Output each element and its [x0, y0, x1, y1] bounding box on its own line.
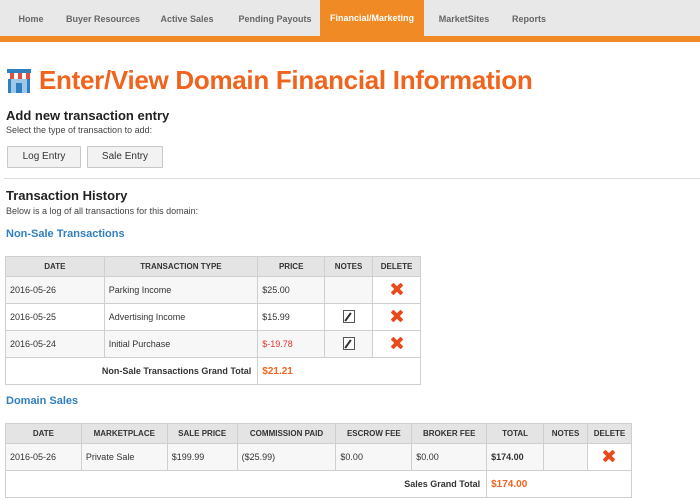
title-row: Enter/View Domain Financial Information	[5, 62, 533, 98]
col-notes: NOTES	[543, 423, 588, 444]
cell-notes	[324, 330, 374, 358]
domain-sales-table: DATE MARKETPLACE SALE PRICE COMMISSION P…	[4, 423, 633, 498]
cell-date: 2016-05-26	[5, 443, 82, 471]
col-total: TOTAL	[486, 423, 545, 444]
cell-escrow: $0.00	[335, 443, 413, 471]
cell-marketplace: Private Sale	[80, 443, 168, 471]
cell-delete	[372, 303, 421, 331]
table-row: 2016-05-24 Initial Purchase $-19.78	[5, 330, 421, 358]
col-date: DATE	[5, 256, 105, 277]
cell-date: 2016-05-25	[5, 303, 105, 331]
add-entry-heading: Add new transaction entry	[6, 108, 170, 123]
col-delete: DELETE	[586, 423, 633, 444]
cell-notes	[324, 276, 374, 304]
cell-price: $-19.78	[257, 330, 326, 358]
cell-sale-price: $199.99	[166, 443, 238, 471]
table-row: 2016-05-26 Parking Income $25.00	[5, 276, 421, 304]
log-entry-button[interactable]: Log Entry	[7, 146, 81, 168]
cell-date: 2016-05-26	[5, 276, 105, 304]
table-header-row: DATE TRANSACTION TYPE PRICE NOTES DELETE	[5, 256, 421, 277]
history-heading: Transaction History	[6, 188, 128, 203]
col-marketplace: MARKETPLACE	[80, 423, 168, 444]
cell-delete	[586, 443, 633, 471]
table-total-row: Sales Grand Total $174.00	[4, 470, 632, 498]
cell-date: 2016-05-24	[5, 330, 105, 358]
grand-total-value: $174.00	[486, 470, 632, 498]
tab-reports[interactable]: Reports	[504, 0, 554, 36]
storefront-icon	[6, 69, 32, 93]
tab-marketsites[interactable]: MarketSites	[424, 0, 504, 36]
top-nav: Home Buyer Resources Active Sales Pendin…	[0, 0, 700, 42]
cell-notes	[324, 303, 374, 331]
tab-buyer-resources[interactable]: Buyer Resources	[62, 0, 144, 36]
col-escrow-fee: ESCROW FEE	[335, 423, 413, 444]
cell-type: Initial Purchase	[103, 330, 259, 358]
tab-home[interactable]: Home	[0, 0, 62, 36]
cell-price: $25.00	[257, 276, 326, 304]
col-delete: DELETE	[372, 256, 421, 277]
domain-sales-title[interactable]: Domain Sales	[6, 395, 78, 407]
sale-entry-button[interactable]: Sale Entry	[87, 146, 163, 168]
grand-total-value: $21.21	[257, 357, 421, 385]
edit-note-icon[interactable]	[342, 336, 355, 350]
cell-type: Advertising Income	[103, 303, 259, 331]
tab-financial-marketing[interactable]: Financial/Marketing	[320, 0, 424, 42]
cell-commission: ($25.99)	[236, 443, 337, 471]
col-broker-fee: BROKER FEE	[411, 423, 488, 444]
col-transaction-type: TRANSACTION TYPE	[103, 256, 259, 277]
page-title: Enter/View Domain Financial Information	[39, 64, 533, 95]
table-total-row: Non-Sale Transactions Grand Total $21.21	[4, 357, 421, 385]
delete-icon[interactable]	[391, 283, 403, 295]
tab-pending-payouts[interactable]: Pending Payouts	[230, 0, 320, 36]
delete-icon[interactable]	[603, 450, 615, 462]
tab-active-sales[interactable]: Active Sales	[144, 0, 230, 36]
non-sale-transactions-title[interactable]: Non-Sale Transactions	[6, 228, 125, 240]
grand-total-label: Non-Sale Transactions Grand Total	[4, 357, 259, 385]
cell-total: $174.00	[486, 443, 545, 471]
col-sale-price: SALE PRICE	[166, 423, 238, 444]
col-commission-paid: COMMISSION PAID	[236, 423, 337, 444]
col-price: PRICE	[257, 256, 326, 277]
cell-delete	[372, 276, 421, 304]
section-divider	[4, 178, 700, 179]
cell-type: Parking Income	[103, 276, 259, 304]
cell-price: $15.99	[257, 303, 326, 331]
history-subtitle: Below is a log of all transactions for t…	[6, 206, 199, 216]
delete-icon[interactable]	[391, 337, 403, 349]
add-entry-subtitle: Select the type of transaction to add:	[6, 125, 153, 135]
cell-delete	[372, 330, 421, 358]
edit-note-icon[interactable]	[342, 309, 355, 323]
cell-notes	[543, 443, 588, 471]
col-date: DATE	[5, 423, 82, 444]
table-header-row: DATE MARKETPLACE SALE PRICE COMMISSION P…	[5, 423, 633, 444]
col-notes: NOTES	[324, 256, 374, 277]
grand-total-label: Sales Grand Total	[4, 470, 488, 498]
table-row: 2016-05-26 Private Sale $199.99 ($25.99)…	[5, 443, 633, 471]
delete-icon[interactable]	[391, 310, 403, 322]
non-sale-table: DATE TRANSACTION TYPE PRICE NOTES DELETE…	[4, 256, 421, 385]
table-row: 2016-05-25 Advertising Income $15.99	[5, 303, 421, 331]
cell-broker: $0.00	[411, 443, 488, 471]
